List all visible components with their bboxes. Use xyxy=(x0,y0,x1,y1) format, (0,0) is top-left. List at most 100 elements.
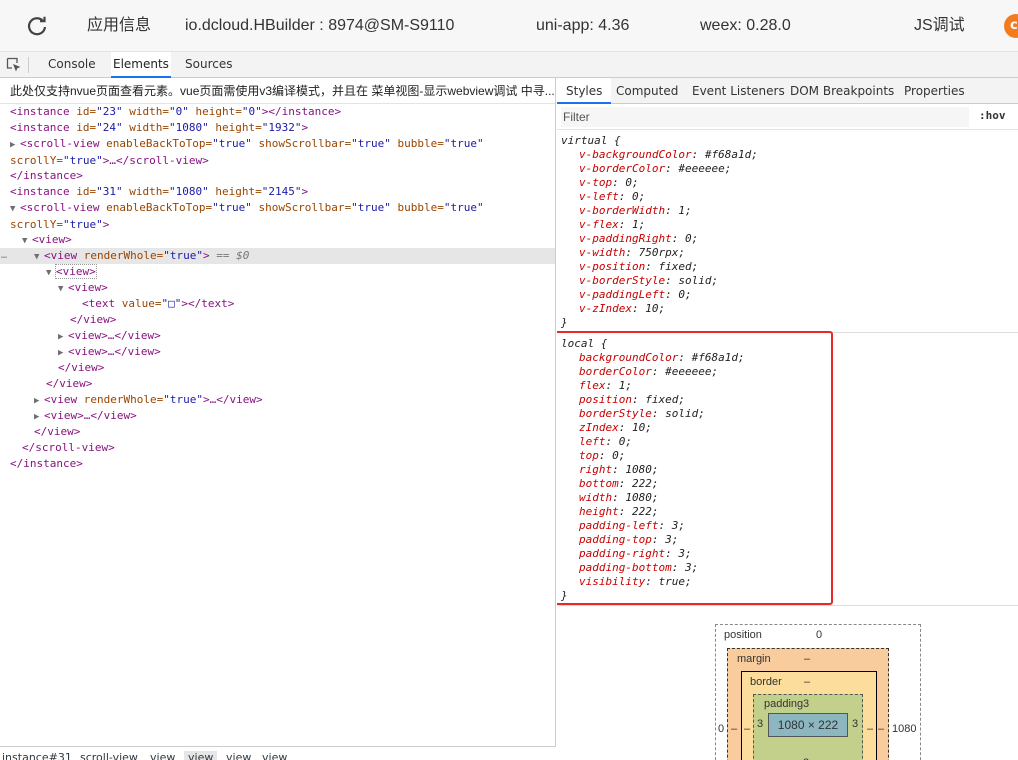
property-value[interactable]: 10; xyxy=(645,302,665,315)
tree-line[interactable]: ▶ <scroll-view enableBackToTop="true" sho… xyxy=(0,136,555,168)
js-debug-button[interactable]: JS调试 xyxy=(914,0,965,52)
style-property[interactable]: v-left: 0; xyxy=(561,190,1018,204)
rule-selector[interactable]: virtual { xyxy=(561,134,1018,148)
collapsed-triangle-icon[interactable]: ▶ xyxy=(10,137,20,153)
tree-line[interactable]: <instance id="23" width="0" height="0"><… xyxy=(0,104,555,120)
property-name[interactable]: v-top xyxy=(579,176,612,189)
collapsed-triangle-icon[interactable]: ▶ xyxy=(34,393,44,408)
border-box[interactable]: border – – – padding 3 3 3 3 1080 × 222 xyxy=(741,671,877,760)
property-name[interactable]: v-backgroundColor xyxy=(579,148,692,161)
property-value[interactable]: #f68a1d; xyxy=(705,148,758,161)
more-actions-icon[interactable]: … xyxy=(1,248,7,264)
tree-line[interactable]: <instance id="24" width="1080" height="1… xyxy=(0,120,555,136)
breadcrumb-item[interactable]: scroll-view xyxy=(80,751,138,760)
property-name[interactable]: v-left xyxy=(579,190,619,203)
device-label[interactable]: io.dcloud.HBuilder : 8974@SM-S9110 xyxy=(185,0,454,52)
border-left-value[interactable]: – xyxy=(744,723,750,735)
tree-line[interactable]: </view> xyxy=(0,424,555,440)
tree-line[interactable]: ▼ <scroll-view enableBackToTop="true" sho… xyxy=(0,200,555,232)
tab-properties[interactable]: Properties xyxy=(904,78,965,104)
property-name[interactable]: v-borderColor xyxy=(579,162,665,175)
expanded-triangle-icon[interactable]: ▼ xyxy=(58,281,68,296)
expanded-triangle-icon[interactable]: ▼ xyxy=(10,201,20,217)
margin-right-value[interactable]: – xyxy=(878,723,884,735)
tab-event-listeners[interactable]: Event Listeners xyxy=(692,78,785,104)
user-badge[interactable]: c xyxy=(1004,14,1018,38)
expanded-triangle-icon[interactable]: ▼ xyxy=(34,249,44,264)
breadcrumb-item[interactable]: view xyxy=(262,751,287,760)
collapsed-triangle-icon[interactable]: ▶ xyxy=(58,345,68,360)
property-name[interactable]: v-zIndex xyxy=(579,302,632,315)
styles-filter-input[interactable] xyxy=(561,107,969,127)
content-box[interactable]: 1080 × 222 xyxy=(768,713,848,737)
property-name[interactable]: v-flex xyxy=(579,218,619,231)
tree-line[interactable]: ▶ <view>…</view> xyxy=(0,328,555,344)
property-name[interactable]: v-borderStyle xyxy=(579,274,665,287)
breadcrumb-item[interactable]: view xyxy=(226,751,251,760)
style-property[interactable]: v-borderWidth: 1; xyxy=(561,204,1018,218)
tree-line-selected[interactable]: … ▼ <view renderWhole="true"> == $0 xyxy=(0,248,555,264)
tab-styles[interactable]: Styles xyxy=(557,78,612,104)
tree-line[interactable]: </view> xyxy=(0,360,555,376)
tab-computed[interactable]: Computed xyxy=(616,78,678,104)
padding-box[interactable]: padding 3 3 3 3 1080 × 222 xyxy=(753,694,863,760)
tab-elements[interactable]: Elements xyxy=(111,52,171,78)
expanded-triangle-icon[interactable]: ▼ xyxy=(46,265,56,280)
style-property[interactable]: v-top: 0; xyxy=(561,176,1018,190)
breadcrumb-item[interactable]: view xyxy=(150,751,175,760)
expanded-triangle-icon[interactable]: ▼ xyxy=(22,233,32,248)
property-name[interactable]: v-position xyxy=(579,260,645,273)
margin-top-value[interactable]: – xyxy=(804,653,810,665)
tree-line[interactable]: ▼ <view> xyxy=(0,264,555,280)
style-property[interactable]: v-borderStyle: solid; xyxy=(561,274,1018,288)
property-value[interactable]: 0; xyxy=(632,190,645,203)
tree-line[interactable]: </instance> xyxy=(0,456,555,472)
tree-line[interactable]: </view> xyxy=(0,312,555,328)
margin-box[interactable]: margin – – – border – – – padding 3 3 3 … xyxy=(727,648,889,760)
padding-right-value[interactable]: 3 xyxy=(852,718,858,730)
property-value[interactable]: 1; xyxy=(678,204,691,217)
style-property[interactable]: v-width: 750rpx; xyxy=(561,246,1018,260)
property-name[interactable]: v-borderWidth xyxy=(579,204,665,217)
border-top-value[interactable]: – xyxy=(804,676,810,688)
style-property[interactable]: v-position: fixed; xyxy=(561,260,1018,274)
collapsed-triangle-icon[interactable]: ▶ xyxy=(34,409,44,424)
tree-line[interactable]: </scroll-view> xyxy=(0,440,555,456)
property-value[interactable]: 0; xyxy=(678,288,691,301)
border-right-value[interactable]: – xyxy=(867,723,873,735)
padding-top-value[interactable]: 3 xyxy=(803,698,809,710)
hover-state-toggle[interactable]: :hov xyxy=(979,109,1006,122)
inspect-element-icon[interactable] xyxy=(6,57,22,73)
property-value[interactable]: 1; xyxy=(632,218,645,231)
breadcrumb-item-active[interactable]: view xyxy=(184,751,218,760)
app-info-tab[interactable]: 应用信息 xyxy=(87,0,151,52)
style-property[interactable]: v-borderColor: #eeeeee; xyxy=(561,162,1018,176)
style-property[interactable]: v-paddingLeft: 0; xyxy=(561,288,1018,302)
style-property[interactable]: v-flex: 1; xyxy=(561,218,1018,232)
property-value[interactable]: fixed; xyxy=(658,260,698,273)
property-name[interactable]: v-paddingLeft xyxy=(579,288,665,301)
breadcrumb-item[interactable]: instance#31 xyxy=(2,751,72,760)
tab-sources[interactable]: Sources xyxy=(183,52,234,78)
property-value[interactable]: 0; xyxy=(625,176,638,189)
property-value[interactable]: #eeeeee; xyxy=(678,162,731,175)
collapsed-triangle-icon[interactable]: ▶ xyxy=(58,329,68,344)
style-property[interactable]: v-zIndex: 10; xyxy=(561,302,1018,316)
refresh-icon[interactable] xyxy=(24,13,50,39)
tree-line[interactable]: <instance id="31" width="1080" height="2… xyxy=(0,184,555,200)
position-right-value[interactable]: 1080 xyxy=(892,723,916,735)
tree-line[interactable]: ▶ <view renderWhole="true">…</view> xyxy=(0,392,555,408)
property-value[interactable]: 750rpx; xyxy=(639,246,685,259)
style-property[interactable]: v-paddingRight: 0; xyxy=(561,232,1018,246)
tree-line[interactable]: ▶ <view>…</view> xyxy=(0,344,555,360)
tree-line[interactable]: ▶ <view>…</view> xyxy=(0,408,555,424)
property-value[interactable]: 0; xyxy=(685,232,698,245)
tab-console[interactable]: Console xyxy=(46,52,98,78)
position-left-value[interactable]: 0 xyxy=(718,723,724,735)
margin-left-value[interactable]: – xyxy=(731,723,737,735)
padding-left-value[interactable]: 3 xyxy=(757,718,763,730)
tab-dom-breakpoints[interactable]: DOM Breakpoints xyxy=(790,78,894,104)
tree-line[interactable]: </instance> xyxy=(0,168,555,184)
property-value[interactable]: solid; xyxy=(678,274,718,287)
tree-line[interactable]: ▼ <view> xyxy=(0,232,555,248)
